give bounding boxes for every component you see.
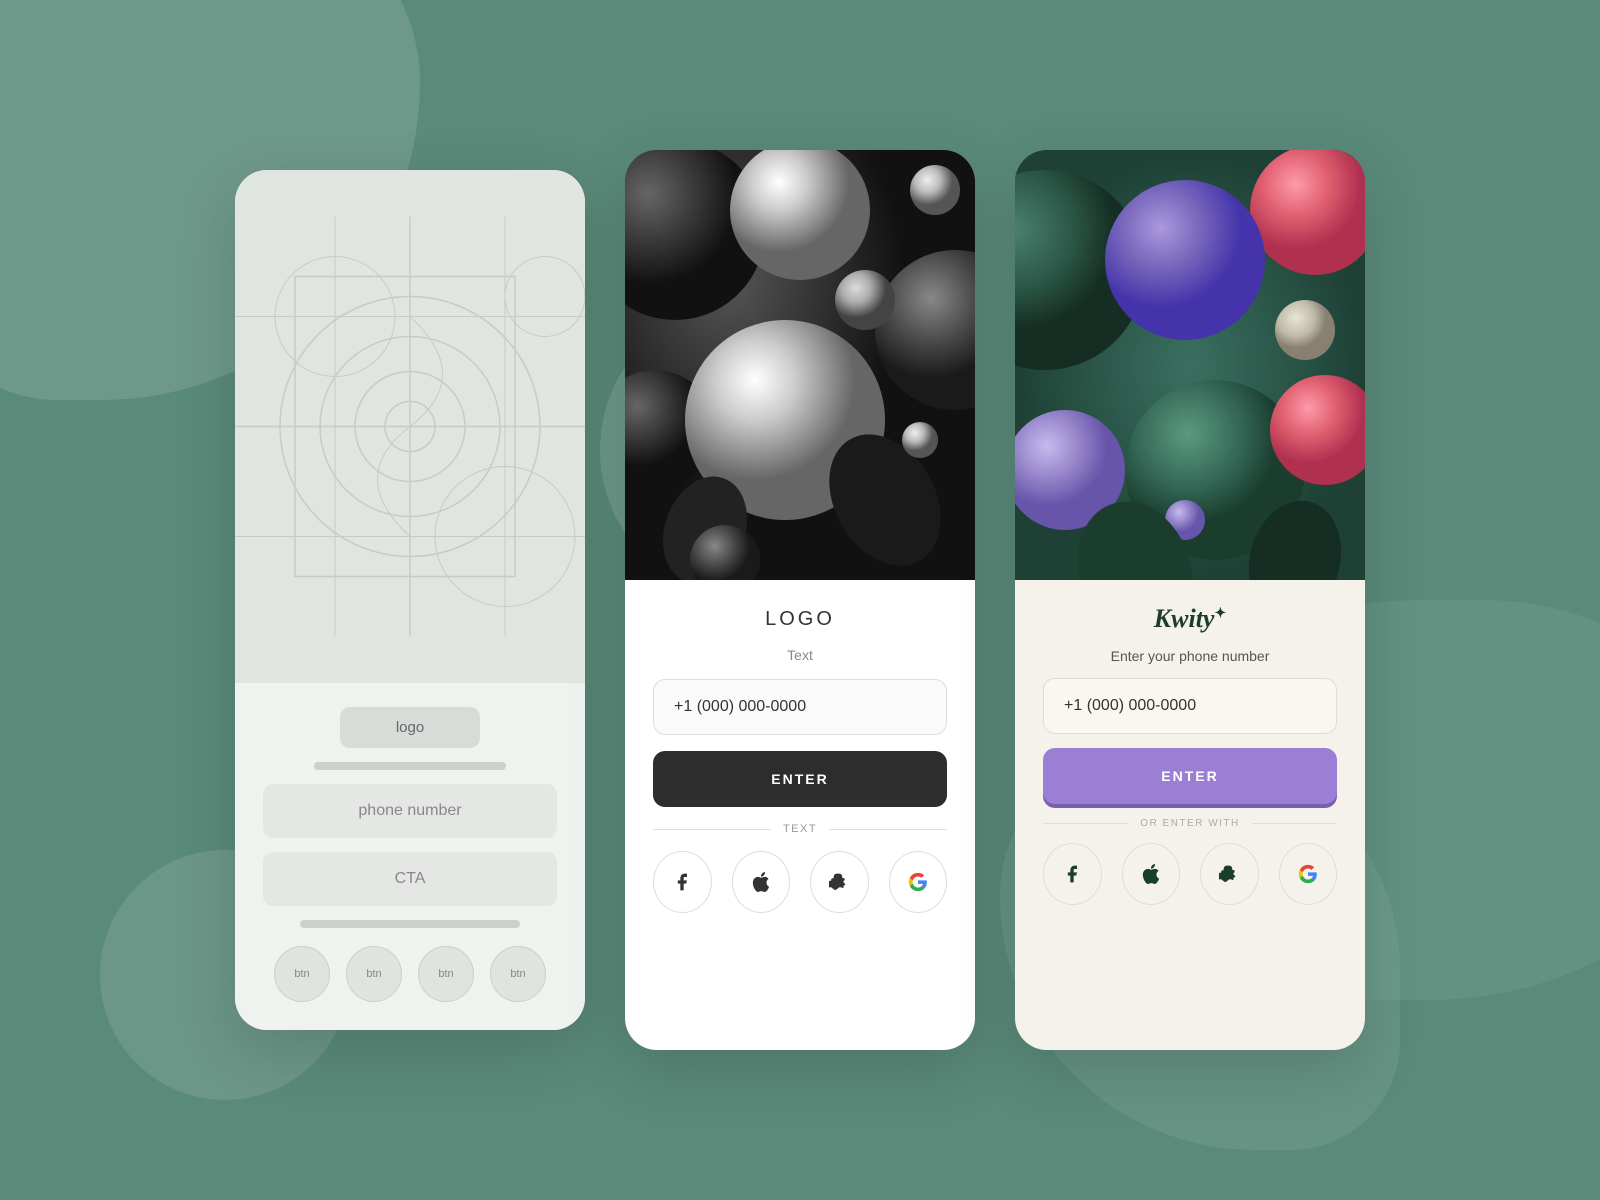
kwity-google-button[interactable] [1279,843,1338,905]
card-kwity: Kwity✦ Enter your phone number +1 (000) … [1015,150,1365,1050]
kwity-enter-button[interactable]: ENTER [1043,748,1337,804]
kwity-apple-button[interactable] [1122,843,1181,905]
wireframe-social-btn-1[interactable]: btn [274,946,330,1002]
card-dark: LOGO Text +1 (000) 000-0000 ENTER TEXT [625,150,975,1050]
wireframe-cta-button[interactable]: CTA [263,852,557,906]
wireframe-body: logo phone number CTA btn btn btn btn [235,683,585,1030]
dark-google-button[interactable] [889,851,948,913]
kwity-snapchat-button[interactable] [1200,843,1259,905]
kwity-image-area [1015,150,1365,580]
dark-divider-line-left [653,829,771,830]
kwity-body: Kwity✦ Enter your phone number +1 (000) … [1015,580,1365,1050]
dark-image-area [625,150,975,580]
kwity-divider-line-left [1043,823,1128,824]
kwity-subtitle: Enter your phone number [1043,648,1337,664]
wireframe-text-placeholder [314,762,505,770]
kwity-social-row [1043,843,1337,905]
dark-divider: TEXT [653,823,947,835]
kwity-divider: OR ENTER WITH [1043,818,1337,829]
dark-facebook-button[interactable] [653,851,712,913]
dark-divider-text: TEXT [783,823,817,835]
wireframe-phone-input[interactable]: phone number [263,784,557,838]
wireframe-social-btn-2[interactable]: btn [346,946,402,1002]
dark-phone-input[interactable]: +1 (000) 000-0000 [653,679,947,735]
dark-logo: LOGO [653,608,947,631]
dark-body: LOGO Text +1 (000) 000-0000 ENTER TEXT [625,580,975,1050]
kwity-divider-line-right [1252,823,1337,824]
dark-enter-button[interactable]: ENTER [653,751,947,807]
cards-container: logo phone number CTA btn btn btn btn [235,150,1365,1050]
kwity-logo: Kwity✦ [1043,604,1337,634]
dark-apple-button[interactable] [732,851,791,913]
wireframe-bottom-placeholder [300,920,521,928]
wireframe-social-btn-3[interactable]: btn [418,946,474,1002]
wireframe-social-btn-4[interactable]: btn [490,946,546,1002]
kwity-phone-input[interactable]: +1 (000) 000-0000 [1043,678,1337,734]
dark-subtitle: Text [653,647,947,663]
dark-snapchat-button[interactable] [810,851,869,913]
card-wireframe: logo phone number CTA btn btn btn btn [235,170,585,1030]
wireframe-logo-button[interactable]: logo [340,707,480,748]
wireframe-social-row: btn btn btn btn [263,946,557,1002]
kwity-facebook-button[interactable] [1043,843,1102,905]
kwity-divider-text: OR ENTER WITH [1140,818,1240,829]
wireframe-image-area [235,170,585,683]
dark-divider-line-right [829,829,947,830]
dark-social-row [653,851,947,913]
